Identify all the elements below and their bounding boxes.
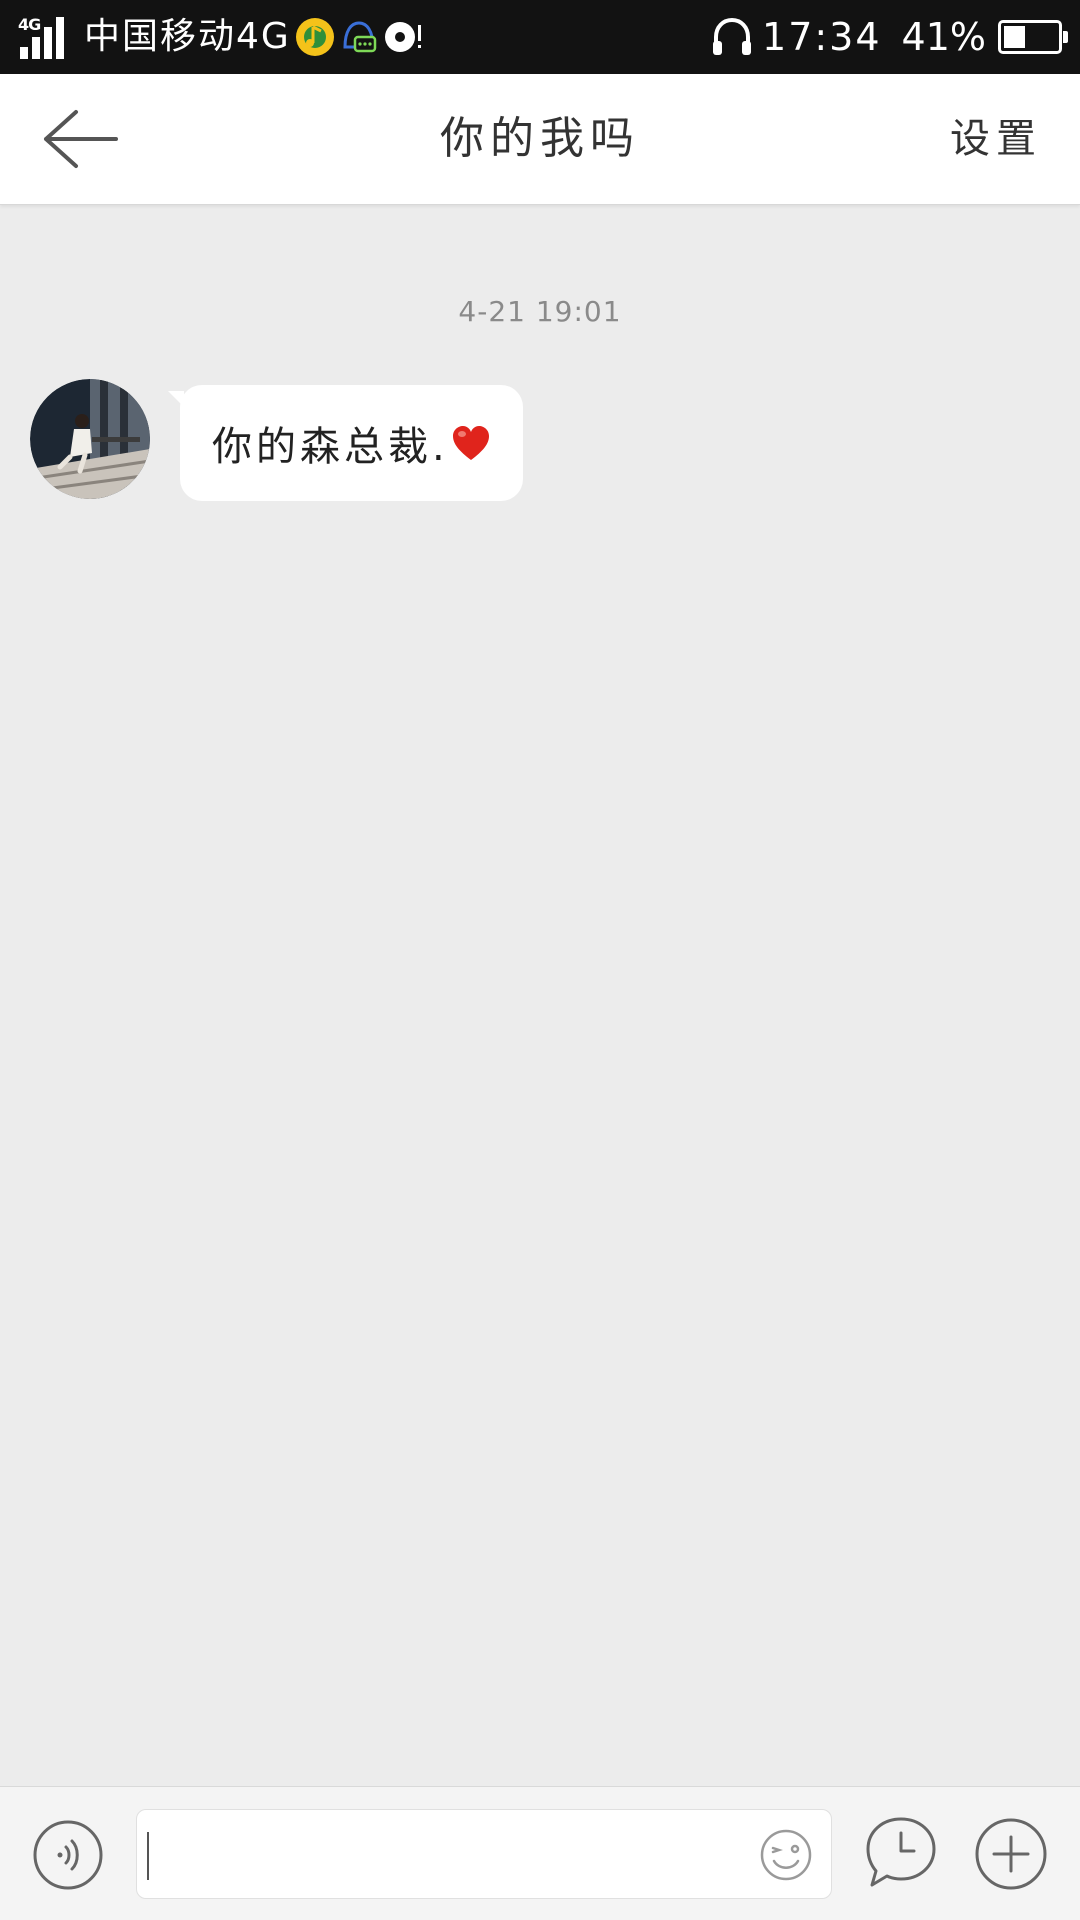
- clock-label: 17:34: [762, 15, 882, 59]
- status-right: 17:34 41%: [710, 10, 1068, 64]
- signal-bar: [20, 47, 28, 59]
- plus-icon[interactable]: [974, 1817, 1048, 1891]
- signal-bar: [56, 17, 64, 59]
- avatar[interactable]: [30, 379, 150, 499]
- chat-notification-icon: [343, 21, 377, 53]
- chat-message-list[interactable]: 4-21 19:01 你的森总裁.: [0, 205, 1080, 1785]
- message-input[interactable]: [147, 1816, 751, 1894]
- status-bar: 4G 中国移动4G 17:34 41%: [0, 0, 1080, 74]
- battery-fill: [1004, 26, 1025, 48]
- network-type-label: 4G: [18, 15, 41, 34]
- back-arrow-icon[interactable]: [38, 104, 118, 174]
- message-timestamp: 4-21 19:01: [458, 295, 622, 328]
- text-caret: [147, 1832, 149, 1880]
- status-left: 4G 中国移动4G: [18, 10, 423, 64]
- battery-icon: [998, 20, 1068, 54]
- title-bar: 你的我吗 设置: [0, 74, 1080, 205]
- carrier-label: 中国移动4G: [84, 16, 291, 57]
- message-input-box[interactable]: [136, 1809, 832, 1899]
- battery-percent-label: 41%: [901, 15, 986, 59]
- page-title: 你的我吗: [440, 113, 640, 164]
- music-app-icon: [295, 18, 334, 56]
- message-text: 你的森总裁.: [212, 424, 449, 470]
- media-disc-icon: [384, 22, 421, 52]
- settings-button[interactable]: 设置: [950, 74, 1042, 204]
- input-bar: [0, 1786, 1080, 1920]
- incoming-message: 你的森总裁.: [30, 379, 523, 503]
- message-bubble[interactable]: 你的森总裁.: [168, 385, 523, 501]
- signal-bar: [44, 27, 52, 59]
- heart-icon: [452, 426, 489, 460]
- signal-strength-icon: 4G: [18, 13, 68, 61]
- voice-icon[interactable]: [32, 1819, 104, 1891]
- chat-screen: 4G 中国移动4G 17:34 41% 你的我吗 设置 4-21 19:01 你…: [0, 0, 1080, 1920]
- emoji-icon[interactable]: [759, 1828, 813, 1882]
- signal-bar: [32, 37, 40, 59]
- clock-bubble-icon[interactable]: [864, 1815, 938, 1893]
- headphone-icon: [713, 17, 752, 55]
